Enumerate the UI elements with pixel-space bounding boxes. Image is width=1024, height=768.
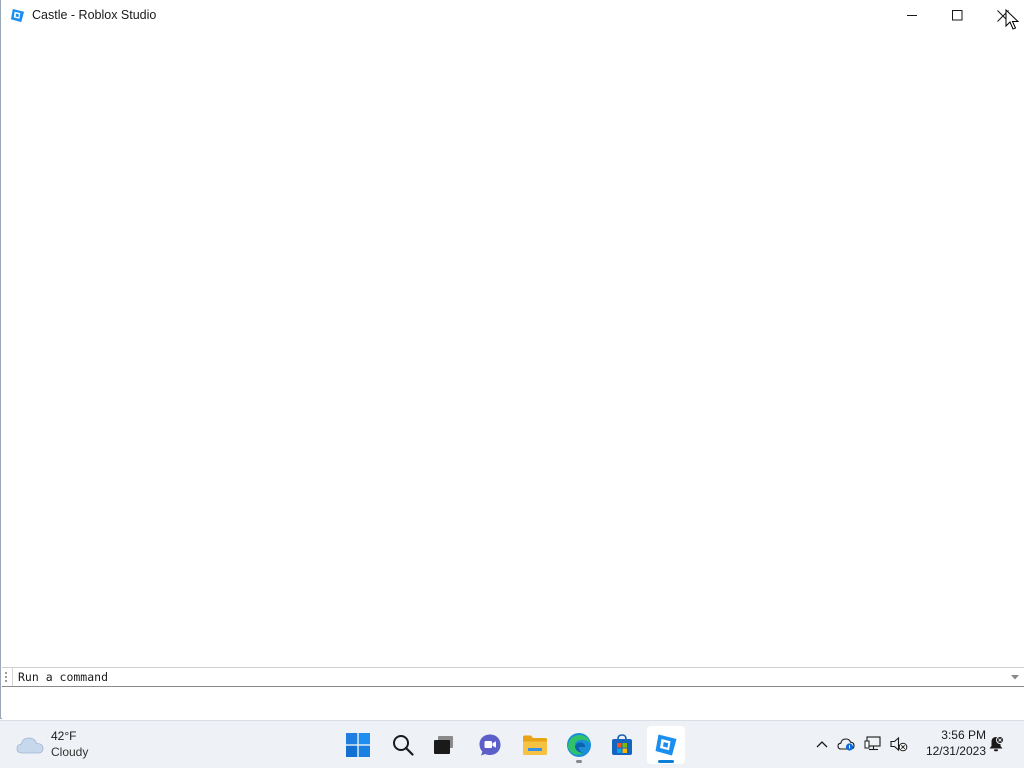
notification-bell-icon	[989, 736, 1004, 752]
active-indicator	[658, 760, 674, 763]
network-icon	[864, 736, 881, 751]
windows-start-icon	[346, 733, 370, 757]
roblox-studio-window: Castle - Roblox Studio	[0, 0, 1024, 719]
weather-widget[interactable]: 42°F Cloudy	[14, 727, 114, 763]
minimize-button[interactable]	[889, 0, 935, 31]
roblox-studio-icon	[655, 734, 677, 756]
roblox-studio-icon	[10, 8, 25, 23]
window-title: Castle - Roblox Studio	[32, 8, 157, 22]
onedrive-icon	[837, 738, 855, 751]
maximize-icon	[951, 10, 962, 21]
minimize-icon	[906, 15, 917, 16]
weather-condition: Cloudy	[51, 745, 89, 759]
output-panel[interactable]	[2, 687, 1023, 719]
folder-icon	[523, 735, 547, 755]
store-button[interactable]	[603, 726, 641, 764]
start-button[interactable]	[339, 726, 377, 764]
cloud-icon	[16, 737, 44, 754]
network-tray-button[interactable]	[863, 734, 883, 754]
windows-taskbar: 42°F Cloudy 3:56 PM 12/31/2023	[0, 720, 1024, 768]
store-icon	[612, 734, 632, 755]
volume-tray-button[interactable]	[889, 734, 909, 754]
clock-date: 12/31/2023	[925, 744, 986, 758]
studio-viewport[interactable]	[2, 31, 1023, 667]
teams-chat-icon	[479, 734, 501, 756]
notifications-button[interactable]	[986, 734, 1006, 754]
weather-temperature: 42°F	[51, 729, 77, 743]
search-icon	[393, 735, 414, 756]
title-bar[interactable]: Castle - Roblox Studio	[1, 0, 1024, 31]
running-indicator	[576, 760, 582, 763]
volume-muted-icon	[890, 736, 908, 752]
file-explorer-button[interactable]	[516, 726, 554, 764]
edge-browser-icon	[567, 733, 591, 757]
grip-handle-icon[interactable]	[4, 671, 8, 683]
command-bar	[2, 667, 1024, 687]
search-button[interactable]	[384, 726, 422, 764]
maximize-button[interactable]	[934, 0, 980, 31]
task-view-icon	[434, 736, 453, 754]
mouse-pointer-icon	[1005, 9, 1019, 30]
command-dropdown-button[interactable]	[1008, 670, 1022, 684]
edge-browser-button[interactable]	[560, 726, 598, 764]
chevron-up-icon	[816, 741, 828, 748]
onedrive-tray-button[interactable]	[836, 734, 856, 754]
command-input[interactable]	[12, 668, 1006, 686]
task-view-button[interactable]	[425, 726, 463, 764]
chat-button[interactable]	[471, 726, 509, 764]
taskbar-clock[interactable]: 3:56 PM 12/31/2023	[916, 727, 986, 763]
show-hidden-icons-button[interactable]	[812, 734, 832, 754]
roblox-studio-taskbar-button[interactable]	[647, 726, 685, 764]
clock-time: 3:56 PM	[941, 728, 986, 742]
chevron-down-icon	[1011, 674, 1019, 679]
